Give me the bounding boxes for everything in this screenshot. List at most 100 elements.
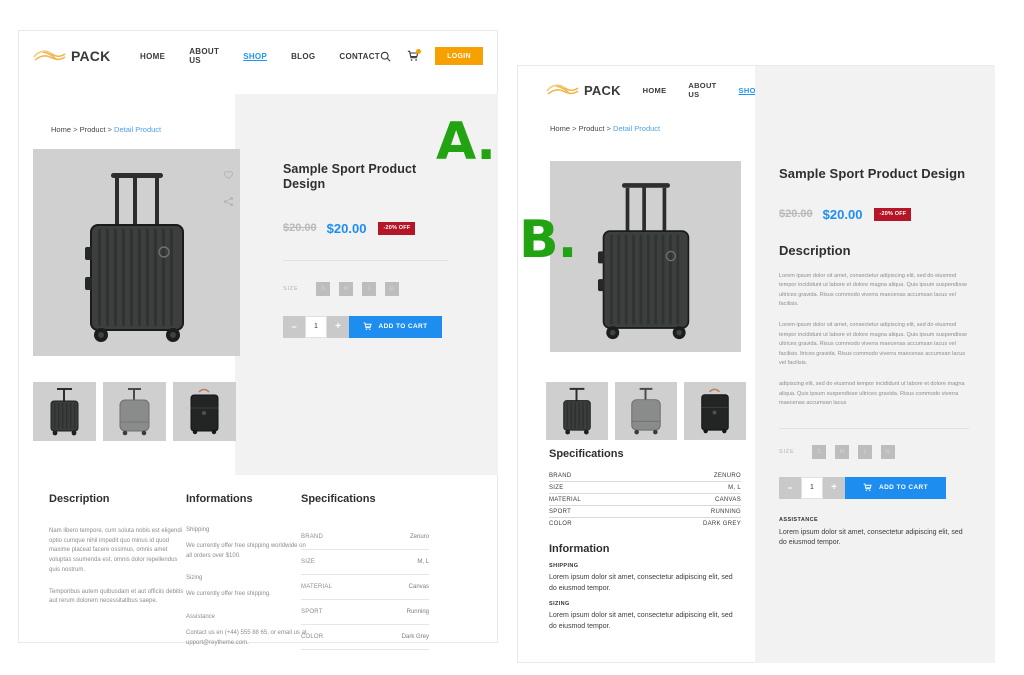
bottom-informations-col-a: Informations Shipping We currently offer… [186, 493, 311, 649]
assistance-label-b: ASSISTANCE [779, 516, 819, 523]
breadcrumb-current: Detail Product [114, 125, 162, 134]
spec-key-size-b: SIZE [549, 484, 564, 491]
price-original-a: $20.00 [283, 222, 317, 234]
product-main-image-a[interactable] [33, 149, 240, 356]
main-nav-a: HOME ABOUT US SHOP BLOG CONTACT [140, 47, 380, 65]
breadcrumb-sep-1: > [73, 125, 78, 134]
size-option-xl[interactable]: XL [881, 444, 895, 459]
breadcrumb-home[interactable]: Home [550, 124, 570, 133]
description-p3-b: adipiscing elit, sed do eiusmod tempor i… [779, 381, 965, 407]
ribbon-swoosh-logo-icon [33, 50, 66, 61]
price-current-a: $20.00 [326, 220, 367, 236]
nav-item-contact[interactable]: CONTACT [339, 52, 380, 61]
breadcrumb-product[interactable]: Product [80, 125, 106, 134]
marker-label-a: A. [436, 112, 496, 172]
thumbnail-0[interactable] [33, 382, 96, 441]
cart-count-badge [416, 49, 421, 54]
add-to-cart-button-a[interactable]: ADD TO CART [349, 315, 442, 338]
size-selector-a: SIZE S M L XL [283, 281, 448, 296]
qty-decrease-a[interactable]: − [283, 315, 305, 338]
price-row-b: $20.00 $20.00 -20% OFF [779, 207, 969, 222]
spec-value-material-b: CANVAS [714, 496, 741, 503]
qty-value-a[interactable]: 1 [305, 315, 327, 338]
description-p2-b: Lorem ipsum dolor sit amet, consectetur … [779, 322, 968, 366]
nav-item-home[interactable]: HOME [643, 86, 667, 95]
search-icon[interactable] [380, 51, 391, 62]
spec-key-material-a: MATERIAL [301, 584, 333, 590]
header-actions-a: LOGIN [380, 47, 483, 65]
size-option-m[interactable]: M [835, 444, 849, 459]
image-side-actions-a [223, 169, 234, 207]
spec-value-sport-b: RUNNING [710, 508, 741, 515]
size-label-b: SIZE [779, 448, 795, 455]
nav-item-shop[interactable]: SHOP [243, 52, 267, 61]
assistance-block-b: ASSISTANCE Lorem ipsum dolor sit amet, c… [779, 517, 969, 549]
thumbnail-2[interactable] [684, 382, 746, 440]
thumbnail-1[interactable] [103, 382, 166, 441]
spec-row-material-a: MATERIAL Canvas [301, 575, 429, 600]
size-option-l[interactable]: L [858, 444, 872, 459]
brand-name-b: PACK [584, 82, 621, 98]
spec-key-sport-b: SPORT [549, 508, 572, 515]
info-label-shipping-a: Shipping [186, 527, 210, 533]
spec-key-material-b: MATERIAL [549, 496, 581, 503]
nav-item-about-us[interactable]: ABOUT US [189, 47, 219, 65]
spec-row-size-b: SIZE M, L [549, 482, 741, 494]
product-details-a: Sample Sport Product Design $20.00 $20.0… [283, 162, 448, 338]
spec-row-brand-b: BRAND ZENURO [549, 470, 741, 482]
brand-logo-b[interactable]: PACK [546, 82, 621, 98]
login-button-a[interactable]: LOGIN [435, 47, 483, 65]
spec-key-size-a: SIZE [301, 559, 316, 565]
price-original-b: $20.00 [779, 208, 813, 221]
spec-value-size-a: M, L [417, 559, 429, 565]
information-item: Shipping We currently offer free shippin… [186, 527, 311, 561]
spec-key-brand-a: BRAND [301, 534, 324, 540]
qty-value-b[interactable]: 1 [801, 476, 823, 499]
product-title-a: Sample Sport Product Design [283, 162, 417, 192]
description-p1-a: Nam libero tempore, cum soluta nobis est… [49, 528, 183, 573]
size-option-l[interactable]: L [362, 281, 376, 296]
breadcrumb-product[interactable]: Product [579, 124, 605, 133]
spec-row-sport-b: SPORT RUNNING [549, 506, 741, 518]
information-item: Assistance Contact us en (+44) 555 88 65… [186, 614, 311, 648]
bottom-description-col-a: Description Nam libero tempore, cum solu… [49, 493, 189, 607]
add-to-cart-label-a: ADD TO CART [378, 323, 428, 330]
add-to-cart-button-b[interactable]: ADD TO CART [845, 476, 946, 499]
thumbnail-1[interactable] [615, 382, 677, 440]
suitcase-illustration [597, 183, 690, 340]
divider-b [779, 427, 969, 429]
info-label-assistance-a: Assistance [186, 614, 216, 621]
thumbnail-2[interactable] [173, 382, 236, 441]
size-option-s[interactable]: S [812, 444, 826, 459]
specifications-block-b: Specifications BRAND ZENURO SIZE M, L MA… [549, 448, 741, 632]
info-label-sizing-a: Sizing [186, 575, 203, 582]
heart-icon[interactable] [223, 169, 234, 180]
info-text-sizing-b: Lorem ipsum dolor sit amet, consectetur … [549, 612, 733, 630]
nav-item-blog[interactable]: BLOG [291, 52, 315, 61]
description-heading-a: Description [49, 493, 110, 505]
nav-item-about-us[interactable]: ABOUT US [688, 81, 716, 99]
spec-value-size-b: M, L [728, 484, 741, 491]
discount-badge-b: -20% OFF [874, 207, 912, 221]
qty-increase-b[interactable]: + [823, 476, 845, 499]
size-option-xl[interactable]: XL [385, 281, 399, 296]
spec-row-color-b: COLOR DARK GREY [549, 518, 741, 530]
share-icon[interactable] [223, 196, 234, 207]
cart-button-a[interactable] [407, 49, 421, 62]
nav-item-home[interactable]: HOME [140, 52, 165, 61]
spec-value-brand-b: ZENURO [713, 472, 741, 479]
breadcrumb-home[interactable]: Home [51, 125, 71, 134]
breadcrumb-a: Home > Product > Detail Product [51, 125, 161, 134]
brand-logo-a[interactable]: PACK [33, 48, 112, 64]
qty-increase-a[interactable]: + [327, 315, 349, 338]
breadcrumb-sep-2: > [606, 124, 611, 133]
size-option-m[interactable]: M [339, 281, 353, 296]
site-header-a: PACK HOME ABOUT US SHOP BLOG CONTACT LOG… [19, 31, 497, 81]
qty-decrease-b[interactable]: − [779, 476, 801, 499]
description-p2-a: Temporibus autem quibusdam et aut offici… [49, 588, 184, 605]
informations-heading-a: Informations [186, 493, 253, 505]
thumbnail-0[interactable] [546, 382, 608, 440]
product-main-image-b[interactable] [550, 161, 741, 352]
size-option-s[interactable]: S [316, 281, 330, 296]
info-text-shipping-a: We currently offer free shipping worldwi… [186, 543, 306, 559]
